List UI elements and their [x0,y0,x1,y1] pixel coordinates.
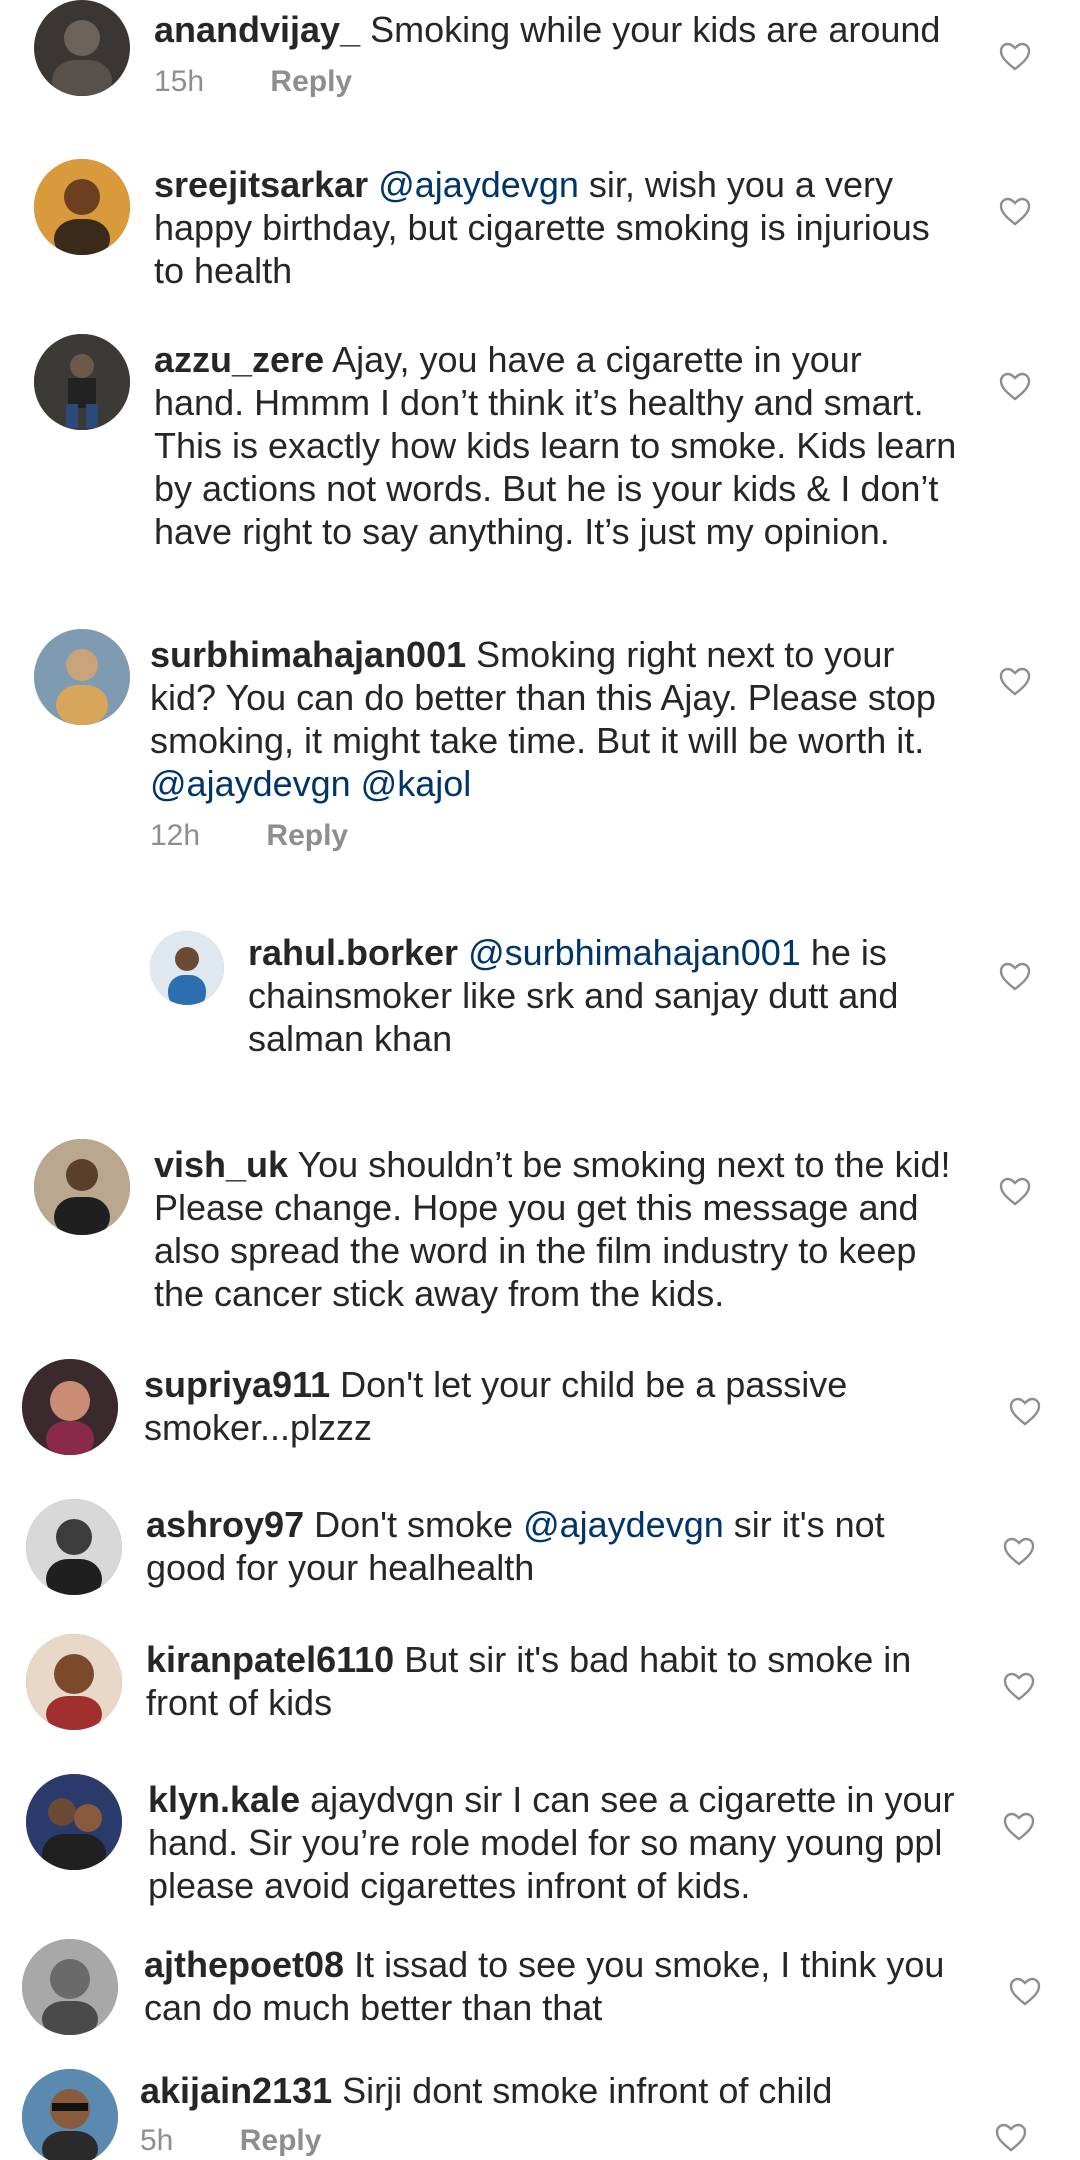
avatar[interactable] [22,1359,118,1455]
comment-username[interactable]: sreejitsarkar [154,164,368,205]
comment-body: rahul.borker @surbhimahajan001 he is cha… [248,931,960,1060]
avatar[interactable] [26,1774,122,1870]
avatar[interactable] [34,1139,130,1235]
comment-username[interactable]: supriya911 [144,1364,330,1405]
comment-time: 5h [140,2124,174,2157]
comments-list: anandvijay_ Smoking while your kids are … [0,0,1080,2160]
comment-time: 15h [154,65,205,98]
reply-button[interactable]: Reply [266,819,348,852]
comment-item: ajthepoet08 It issad to see you smoke, I… [0,1935,1080,2065]
mention-link[interactable]: @ajaydevgn @kajol [150,763,471,804]
comment-text: vish_uk You shouldn’t be smoking next to… [154,1143,960,1315]
avatar[interactable] [34,334,130,430]
comment-username[interactable]: akijain2131 [140,2070,332,2111]
comment-body: kiranpatel6110 But sir it's bad habit to… [146,1638,960,1724]
comment-text: rahul.borker @surbhimahajan001 he is cha… [248,931,960,1060]
comment-item: sreejitsarkar @ajaydevgn sir, wish you a… [0,155,1080,305]
comment-text: kiranpatel6110 But sir it's bad habit to… [146,1638,960,1724]
heart-icon[interactable] [998,40,1032,72]
comment-item: vish_uk You shouldn’t be smoking next to… [0,1135,1080,1335]
comment-meta: 12h Reply [150,819,960,853]
comment-time: 12h [150,819,201,852]
reply-button[interactable]: Reply [240,2124,322,2157]
comment-message: Smoking while your kids are around [370,9,941,50]
comment-username[interactable]: klyn.kale [148,1779,300,1820]
comment-item: ashroy97 Don't smoke @ajaydevgn sir it's… [0,1495,1080,1625]
reply-button[interactable]: Reply [270,65,352,98]
comment-item: kiranpatel6110 But sir it's bad habit to… [0,1630,1080,1760]
heart-icon[interactable] [998,960,1032,992]
comment-text: anandvijay_ Smoking while your kids are … [154,8,960,51]
heart-icon[interactable] [998,195,1032,227]
comment-username[interactable]: vish_uk [154,1144,288,1185]
avatar[interactable] [34,629,130,725]
avatar[interactable] [26,1634,122,1730]
comment-body: ashroy97 Don't smoke @ajaydevgn sir it's… [146,1503,960,1589]
mention-link[interactable]: @ajaydevgn [378,164,579,205]
comment-body: supriya911 Don't let your child be a pas… [144,1363,960,1449]
comment-text: sreejitsarkar @ajaydevgn sir, wish you a… [154,163,960,292]
comment-username[interactable]: ajthepoet08 [144,1944,344,1985]
avatar[interactable] [150,931,224,1005]
heart-icon[interactable] [998,1175,1032,1207]
comment-body: azzu_zere Ajay, you have a cigarette in … [154,338,960,553]
avatar[interactable] [22,1939,118,2035]
comment-message: Don't smoke [314,1504,524,1545]
heart-icon[interactable] [994,2121,1028,2153]
heart-icon[interactable] [1002,1535,1036,1567]
comment-username[interactable]: ashroy97 [146,1504,304,1545]
comment-body: ajthepoet08 It issad to see you smoke, I… [144,1943,960,2029]
heart-icon[interactable] [1002,1670,1036,1702]
comment-item: anandvijay_ Smoking while your kids are … [0,0,1080,130]
comment-text: azzu_zere Ajay, you have a cigarette in … [154,338,960,553]
comment-text: supriya911 Don't let your child be a pas… [144,1363,960,1449]
comment-text: akijain2131 Sirji dont smoke infront of … [140,2069,960,2112]
mention-link[interactable]: @ajaydevgn [523,1504,724,1545]
comment-text: ashroy97 Don't smoke @ajaydevgn sir it's… [146,1503,960,1589]
comment-text: klyn.kale ajaydvgn sir I can see a cigar… [148,1778,960,1907]
avatar[interactable] [26,1499,122,1595]
comment-body: sreejitsarkar @ajaydevgn sir, wish you a… [154,163,960,292]
comment-body: klyn.kale ajaydvgn sir I can see a cigar… [148,1778,960,1907]
comment-item: surbhimahajan001 Smoking right next to y… [0,625,1080,875]
comment-body: akijain2131 Sirji dont smoke infront of … [140,2069,960,2158]
heart-icon[interactable] [1002,1810,1036,1842]
comment-username[interactable]: rahul.borker [248,932,458,973]
comment-meta: 15h Reply [154,65,960,99]
avatar[interactable] [34,0,130,96]
comment-body: surbhimahajan001 Smoking right next to y… [150,633,960,853]
comment-item: klyn.kale ajaydvgn sir I can see a cigar… [0,1770,1080,1940]
reply-item: rahul.borker @surbhimahajan001 he is cha… [0,925,1080,1075]
heart-icon[interactable] [998,665,1032,697]
heart-icon[interactable] [1008,1395,1042,1427]
comment-item: azzu_zere Ajay, you have a cigarette in … [0,330,1080,610]
comment-message: Sirji dont smoke infront of child [342,2070,833,2111]
comment-username[interactable]: anandvijay_ [154,9,360,50]
avatar[interactable] [34,159,130,255]
comment-body: anandvijay_ Smoking while your kids are … [154,8,960,99]
comment-item: akijain2131 Sirji dont smoke infront of … [0,2065,1080,2160]
comment-username[interactable]: kiranpatel6110 [146,1639,394,1680]
comment-username[interactable]: azzu_zere [154,339,324,380]
comment-username[interactable]: surbhimahajan001 [150,634,466,675]
comment-body: vish_uk You shouldn’t be smoking next to… [154,1143,960,1315]
mention-link[interactable]: @surbhimahajan001 [468,932,801,973]
heart-icon[interactable] [998,370,1032,402]
avatar[interactable] [22,2069,118,2160]
comment-meta: 5h Reply [140,2124,960,2158]
comment-text: surbhimahajan001 Smoking right next to y… [150,633,960,805]
heart-icon[interactable] [1008,1975,1042,2007]
comment-text: ajthepoet08 It issad to see you smoke, I… [144,1943,960,2029]
comment-item: supriya911 Don't let your child be a pas… [0,1355,1080,1485]
